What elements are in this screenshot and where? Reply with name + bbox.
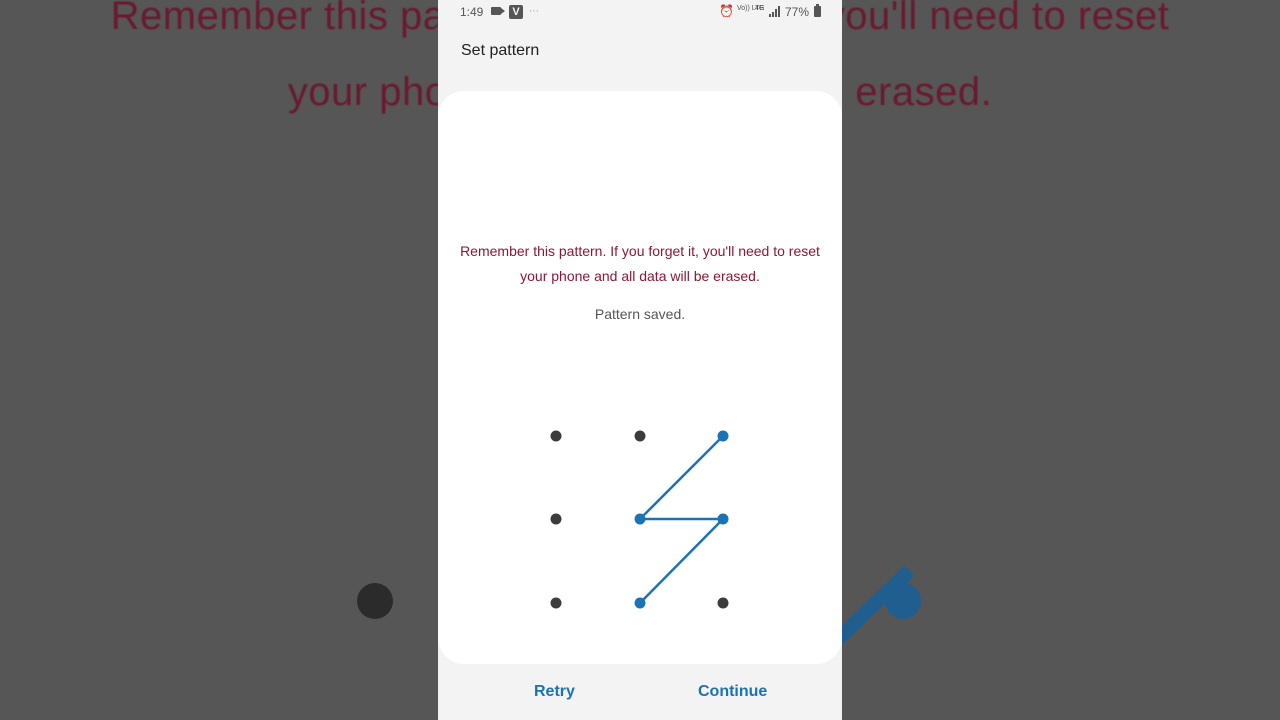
pattern-dot-6[interactable] <box>717 513 729 525</box>
bottom-actions: Retry Continue <box>438 664 842 720</box>
background-dot <box>357 583 393 619</box>
battery-icon <box>814 4 821 17</box>
page-title: Set pattern <box>461 42 540 59</box>
pattern-grid[interactable] <box>438 91 842 664</box>
signal-strength-icon <box>769 6 781 17</box>
pattern-dot-4[interactable] <box>550 513 562 525</box>
pattern-dot-7[interactable] <box>550 597 562 609</box>
status-bar: 1:49 V ⋯ ⏰ Vo)) LTE 4G 77% <box>438 0 842 24</box>
pattern-dot-1[interactable] <box>550 430 562 442</box>
network-type-icon: 4G <box>755 5 765 12</box>
alarm-icon: ⏰ <box>719 4 734 18</box>
pattern-segment <box>639 435 724 520</box>
continue-button[interactable]: Continue <box>698 683 767 701</box>
pattern-path <box>639 435 724 604</box>
status-time: 1:49 <box>460 5 484 19</box>
video-camera-icon <box>491 7 505 15</box>
pattern-dot-8[interactable] <box>634 597 646 609</box>
pattern-dot-3[interactable] <box>717 430 729 442</box>
battery-percent: 77% <box>785 5 810 19</box>
pattern-segment <box>639 518 724 604</box>
pattern-dot-2[interactable] <box>634 430 646 442</box>
app-notification-icon: V <box>509 5 523 19</box>
pattern-dot-9[interactable] <box>717 597 729 609</box>
notification-overflow-icon: ⋯ <box>529 6 539 17</box>
pattern-card: Remember this pattern. If you forget it,… <box>438 91 842 664</box>
pattern-dot-5[interactable] <box>634 513 646 525</box>
phone-screen: 1:49 V ⋯ ⏰ Vo)) LTE 4G 77% Set pattern R… <box>438 0 842 720</box>
retry-button[interactable]: Retry <box>534 683 575 701</box>
